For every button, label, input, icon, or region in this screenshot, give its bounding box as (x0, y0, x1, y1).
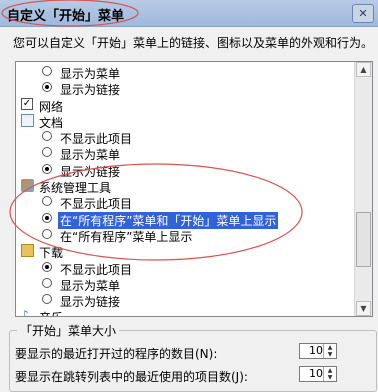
window-title: 自定义「开始」菜单 (7, 9, 125, 24)
radio-unselected-icon[interactable] (42, 66, 52, 76)
radio-unselected-icon[interactable] (42, 131, 52, 142)
list-item[interactable]: 显示为链接 (16, 80, 354, 97)
admin-tools-icon (21, 179, 34, 193)
scroll-down-button[interactable]: ▼ (356, 301, 371, 316)
menu-size-title: 「开始」菜单大小 (17, 322, 120, 339)
radio-unselected-icon[interactable] (42, 147, 52, 158)
list-item[interactable]: 显示为链接 (16, 162, 354, 179)
scroll-up-button[interactable]: ▲ (356, 62, 371, 77)
list-item[interactable]: 不显示此项目 (16, 194, 354, 211)
radio-selected-icon[interactable] (42, 261, 52, 272)
radio-unselected-icon[interactable] (42, 228, 52, 239)
list-item[interactable]: 显示为菜单 (16, 64, 354, 81)
vertical-scrollbar[interactable]: ▲ ▼ (354, 62, 372, 316)
list-item[interactable]: 不显示此项目 (16, 260, 354, 277)
jump-list-value[interactable]: 10 (309, 367, 323, 380)
list-item[interactable]: 文档 (16, 113, 354, 130)
radio-unselected-icon[interactable] (42, 294, 52, 305)
radio-unselected-icon[interactable] (42, 277, 52, 288)
recent-programs-value[interactable]: 10 (309, 344, 323, 357)
title-bar: 自定义「开始」菜单 ✕ (0, 0, 378, 27)
list-item[interactable]: 显示为菜单 (16, 276, 354, 293)
list-item[interactable]: 显示为菜单 (16, 145, 354, 162)
list-item[interactable]: ♪ 音乐 (16, 308, 354, 317)
documents-icon (21, 113, 34, 127)
list-item[interactable]: 显示为链接 (16, 292, 354, 309)
recent-programs-label: 要显示的最近打开过的程序的数目(N): (15, 347, 218, 361)
radio-selected-icon[interactable] (42, 212, 52, 223)
downloads-icon (21, 244, 34, 258)
list-item-label: 音乐 (39, 309, 63, 316)
radio-selected-icon[interactable] (42, 163, 52, 174)
radio-unselected-icon[interactable] (42, 196, 52, 207)
recent-programs-stepper[interactable]: 10 ▲ ▼ (299, 343, 337, 359)
close-button[interactable]: ✕ (352, 4, 374, 23)
stepper-arrows-icon[interactable]: ▲ ▼ (323, 344, 336, 358)
list-item[interactable]: ✓ 网络 (16, 97, 354, 114)
jump-list-stepper[interactable]: 10 ▲ ▼ (299, 366, 337, 382)
start-menu-options-list[interactable]: 显示为菜单 显示为链接 ✓ 网络 文档 不显示此项目 显示为菜单 显示为链接 系统管理工具 不显示… (15, 61, 373, 317)
scroll-thumb[interactable] (356, 212, 371, 267)
options-rows: 显示为菜单 显示为链接 ✓ 网络 文档 不显示此项目 显示为菜单 显示为链接 系统管理工具 不显示… (16, 64, 354, 317)
music-icon: ♪ (21, 308, 29, 317)
list-item[interactable]: 下载 (16, 243, 354, 260)
list-item[interactable]: 系统管理工具 (16, 178, 354, 195)
dialog-description: 您可以自定义「开始」菜单上的链接、图标以及菜单的外观和行为。 (13, 36, 374, 50)
stepper-arrows-icon[interactable]: ▲ ▼ (323, 367, 336, 381)
list-item[interactable]: 在“所有程序”菜单上显示 (16, 227, 354, 244)
jump-list-label: 要显示在跳转列表中的最近使用的项目数(J): (15, 370, 248, 384)
list-item[interactable]: 在“所有程序”菜单和「开始」菜单上显示 (16, 211, 354, 229)
list-item[interactable]: 不显示此项目 (16, 129, 354, 146)
checkbox-icon[interactable]: ✓ (21, 97, 33, 110)
radio-selected-icon[interactable] (42, 82, 52, 93)
